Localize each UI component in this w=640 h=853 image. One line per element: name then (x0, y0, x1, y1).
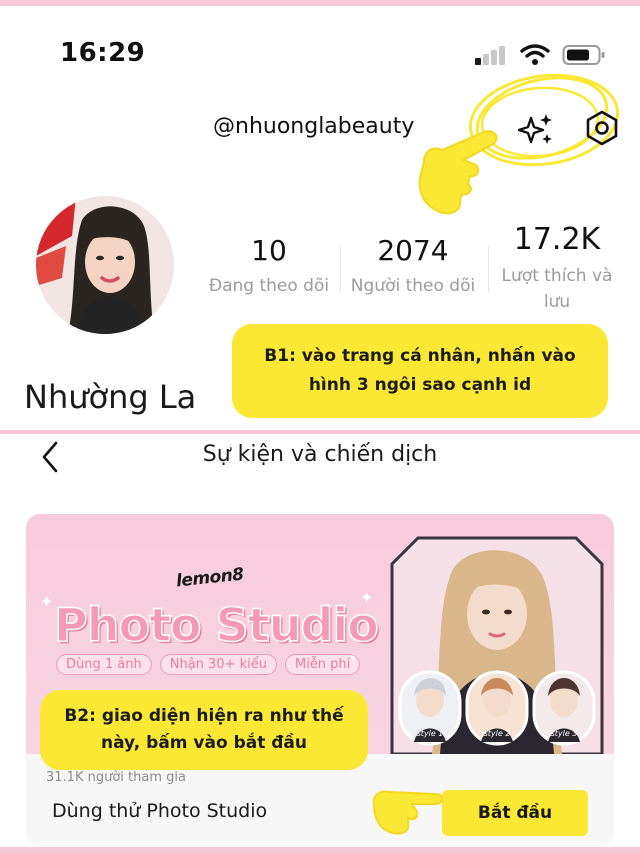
step-1-text: B1: vào trang cá nhân, nhấn vào hình 3 n… (264, 346, 576, 395)
pill-free: Miễn phí (284, 654, 361, 675)
status-time: 16:29 (60, 38, 146, 68)
stat-divider (340, 246, 341, 292)
profile-display-name: Nhường La (24, 378, 197, 416)
ai-sparkle-icon[interactable] (516, 112, 556, 148)
battery-icon (562, 45, 605, 65)
page-title: Sự kiện và chiến dịch (202, 442, 438, 467)
pill-styles: Nhận 30+ kiểu (159, 654, 277, 675)
profile-screen: 16:29 @nhuonglabeauty 10 Đang theo dõi 2… (0, 0, 640, 434)
stat-likes[interactable]: 17.2K Lượt thích và lưu (492, 222, 622, 315)
stat-likes-value: 17.2K (513, 222, 601, 257)
participants-count: 31.1K người tham gia (46, 770, 186, 785)
stat-following-value: 10 (251, 234, 287, 267)
svg-text:style 2: style 2 (484, 729, 511, 738)
profile-username: @nhuonglabeauty (213, 114, 415, 139)
status-icons (474, 44, 606, 66)
stat-followers[interactable]: 2074 Người theo dõi (344, 234, 482, 299)
step-2-annotation: B2: giao diện hiện ra như thế này, bấm v… (40, 690, 368, 770)
model-photo-frame: style 1 style 2 style 3 (390, 536, 604, 754)
stat-divider (488, 246, 489, 292)
style-thumbnails: style 1 style 2 style 3 (398, 670, 596, 746)
event-screen: Sự kiện và chiến dịch ✦ ✦ ✦ lemon8 Photo… (0, 434, 640, 847)
step-2-text: B2: giao diện hiện ra như thế này, bấm v… (64, 706, 344, 753)
stat-followers-value: 2074 (377, 234, 449, 267)
svg-text:style 3: style 3 (551, 729, 578, 738)
banner-pills: Dùng 1 ảnh Nhận 30+ kiểu Miễn phí (56, 654, 361, 675)
avatar-photo (36, 196, 174, 334)
step-1-annotation: B1: vào trang cá nhân, nhấn vào hình 3 n… (232, 324, 608, 418)
svg-text:style 1: style 1 (417, 729, 444, 738)
stat-following[interactable]: 10 Đang theo dõi (204, 234, 334, 299)
signal-icon (475, 46, 505, 65)
pointing-hand-icon (418, 130, 498, 215)
card-title: Dùng thử Photo Studio (52, 800, 268, 822)
stat-following-label: Đang theo dõi (208, 276, 330, 296)
event-card[interactable]: ✦ ✦ ✦ lemon8 Photo Studio Dùng 1 ảnh Nhậ… (26, 514, 614, 847)
banner-headline: Photo Studio (53, 597, 379, 653)
wifi-icon (520, 44, 550, 65)
pointing-hand-icon (372, 790, 443, 835)
start-button[interactable]: Bắt đầu (442, 790, 588, 836)
avatar[interactable] (36, 196, 174, 334)
sparkle-deco-icon: ✦ (40, 592, 54, 611)
stat-followers-label: Người theo dõi (350, 276, 476, 296)
settings-icon[interactable] (582, 108, 622, 148)
lemon8-logo: lemon8 (175, 564, 245, 592)
pill-one-photo: Dùng 1 ảnh (56, 654, 152, 675)
bottom-frame-strip (0, 847, 640, 853)
stat-likes-label: Lượt thích và lưu (501, 266, 613, 312)
